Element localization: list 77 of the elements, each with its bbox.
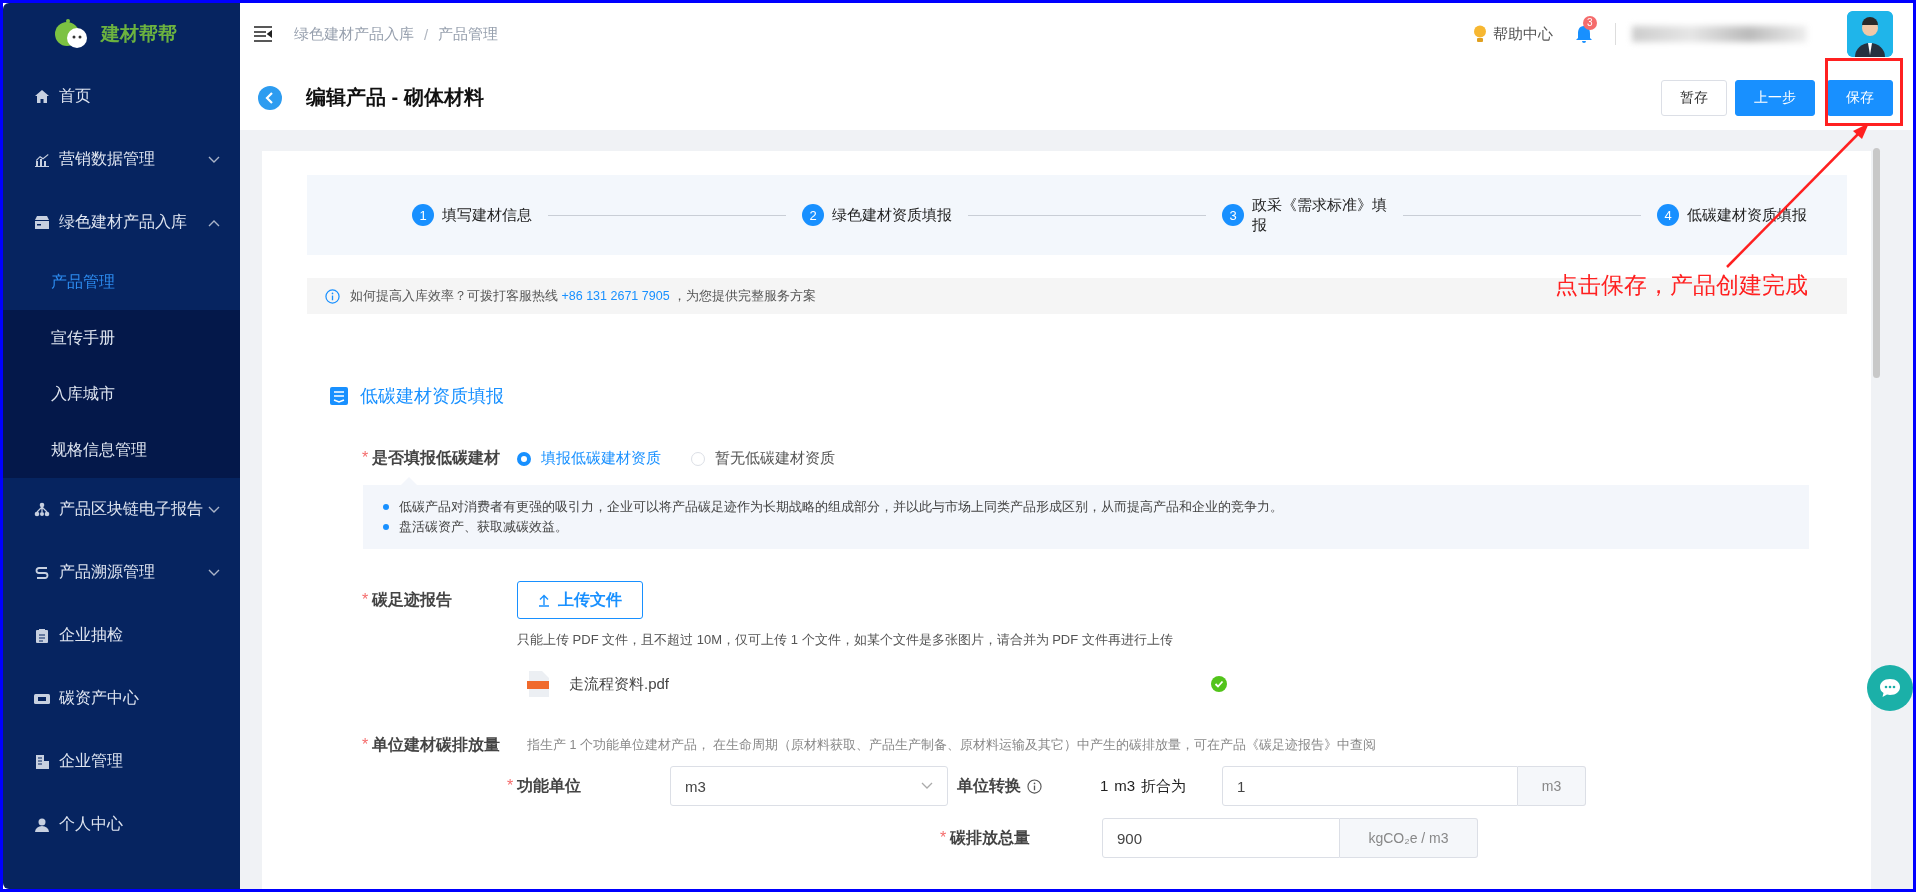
page-title: 编辑产品 - 砌体材料 [306,85,484,110]
sidebar-item[interactable]: 碳资产中心 [3,667,240,730]
sidebar-item[interactable]: 产品区块链电子报告 [3,478,240,541]
help-center-link[interactable]: 帮助中心 [1493,24,1553,44]
conversion-amount: 1 [1100,776,1109,796]
step-label: 绿色建材资质填报 [832,205,952,225]
breadcrumb-separator: / [424,25,429,43]
field-label: 单位转换 [957,775,1021,796]
sidebar-item[interactable]: 个人中心 [3,793,240,856]
clipboard-icon [34,627,50,644]
upload-icon [538,593,550,607]
note-text: 低碳产品对消费者有更强的吸引力，企业可以将产品碳足迹作为长期战略的组成部分，并以此与市场上同类产品形成区别，从而提高产品和企业的竞争力。 [399,499,1283,516]
step-label: 填写建材信息 [442,205,532,225]
chart-icon [34,151,50,168]
radio-option[interactable]: 暂无低碳建材资质 [691,449,835,468]
field-label: * 碳足迹报告 [362,589,454,610]
section-title: 低碳建材资质填报 [360,385,504,408]
submenu-item[interactable]: 入库城市 [3,366,240,422]
network-icon [34,501,50,518]
unit-addon: kgCO₂e / m3 [1340,818,1478,858]
building-icon [34,753,50,770]
annotation-text: 点击保存，产品创建完成 [1555,271,1808,300]
lightbulb-icon [1473,25,1487,43]
submenu-item[interactable]: 宣传手册 [3,310,240,366]
field-hint: 指生产 1 个功能单位建材产品， 在生命周期（原材料获取、产品生产制备、原材料运输及其它）中产生的碳排放量，可在产品《碳足迹报告》中查阅 [527,737,1377,754]
route-icon [34,564,50,581]
bullet-icon [383,524,389,530]
scrollbar-thumb[interactable] [1873,148,1880,378]
file-name[interactable]: 走流程资料.pdf [569,674,1211,694]
upload-hint: 只能上传 PDF 文件，且不超过 10M，仅可上传 1 个文件，如某个文件是多张图片，请合并为 PDF 文件再进行上传 [517,631,1174,649]
note-text: 盘活碳资产、获取减碳效益。 [399,519,568,536]
submenu-item[interactable]: 规格信息管理 [3,422,240,478]
chat-icon [1879,678,1901,698]
unit-addon: m3 [1518,766,1586,806]
field-label: * 是否填报低碳建材 [362,448,502,468]
sidebar-item[interactable]: 绿色建材产品入库 [3,191,240,254]
sidebar-item[interactable]: 产品溯源管理 [3,541,240,604]
box-icon [34,214,50,231]
conversion-text: 折合为 [1141,776,1187,796]
logo-text: 建材帮帮 [101,22,177,46]
chevron-icon [921,782,933,790]
step-number: 2 [802,204,824,226]
submenu-item[interactable]: 产品管理 [3,254,240,310]
pdf-file-icon [527,671,549,697]
home-icon [34,88,50,105]
notification-badge: 3 [1583,16,1597,30]
info-icon [325,288,340,304]
draft-button[interactable]: 暂存 [1661,79,1727,116]
bullet-icon [383,504,389,510]
back-button[interactable] [258,85,282,110]
sidebar-item[interactable]: 营销数据管理 [3,128,240,191]
total-input[interactable]: 900 [1102,818,1340,858]
chevron-icon [208,505,220,514]
chevron-icon [208,568,220,577]
menu-icon[interactable] [254,26,272,42]
step-number: 1 [412,204,434,226]
field-label: * 碳排放总量 [940,827,1032,848]
field-label: * 单位建材碳排放量 [362,735,502,755]
user-icon [34,816,50,833]
step-number: 3 [1222,204,1244,226]
chevron-icon [208,218,220,227]
sidebar-item[interactable]: 企业抽检 [3,604,240,667]
step-label: 政采《需求标准》填报 [1252,196,1387,235]
form-icon [330,387,348,405]
chat-button[interactable] [1867,665,1913,711]
sidebar-item[interactable]: 企业管理 [3,730,240,793]
info-text: 如何提高入库效率？可拨打客服热线 +86 131 2671 7905 ，为您提供完整服务方案 [350,287,817,305]
avatar[interactable] [1847,11,1893,57]
conversion-input[interactable]: 1 [1222,766,1518,806]
sidebar-item[interactable]: 首页 [3,65,240,128]
field-label: * 功能单位 [507,775,583,796]
chevron-icon [208,155,220,164]
info-icon [1027,778,1042,794]
conversion-unit: m3 [1114,776,1136,796]
unit-select[interactable]: m3 [670,766,948,806]
bell-icon[interactable] [1575,24,1593,44]
step-number: 4 [1657,204,1679,226]
